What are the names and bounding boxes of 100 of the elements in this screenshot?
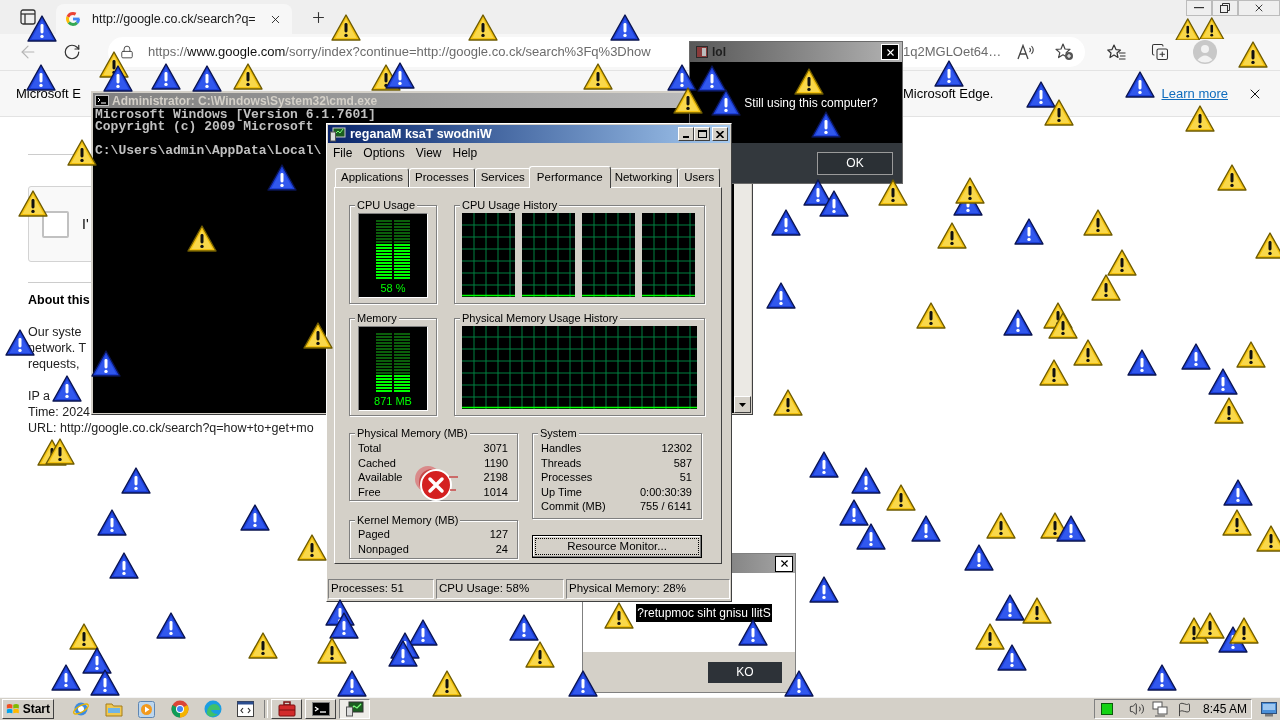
clock[interactable]: 8:45 AM	[1202, 700, 1247, 718]
minimize-button[interactable]	[1186, 0, 1212, 16]
warning-icon	[856, 522, 886, 550]
warning-icon	[1091, 273, 1121, 301]
maximize-button[interactable]	[694, 127, 710, 141]
window-title: Administrator: C:\Windows\System32\cmd.exe	[112, 93, 378, 108]
meter-reading: 871 MB	[374, 395, 412, 407]
warning-icon	[69, 622, 99, 650]
menu-item[interactable]: View	[415, 143, 442, 162]
menu-item[interactable]: Help	[452, 143, 478, 162]
warning-icon	[997, 643, 1027, 671]
status-bar-field: Physical Memory: 28%	[566, 579, 730, 599]
warning-icon	[1185, 104, 1215, 132]
warning-icon	[771, 208, 801, 236]
speaker-icon[interactable]	[1129, 701, 1145, 717]
captcha-label: I'	[82, 214, 89, 234]
group-title: Memory	[355, 311, 399, 325]
read-aloud-icon[interactable]	[1017, 44, 1035, 60]
warning-icon	[766, 281, 796, 309]
menu-item[interactable]: File	[333, 143, 353, 162]
stat-label: Cached	[358, 455, 396, 470]
stat-value: 1190	[484, 455, 508, 470]
collections-icon[interactable]	[1151, 43, 1169, 61]
warning-icon	[1238, 40, 1268, 68]
scroll-down-button[interactable]	[734, 396, 751, 413]
detail-line: URL: http://google.co.ck/search?q=how+to+get+mo	[28, 420, 314, 436]
warning-icon	[878, 178, 908, 206]
ko-button[interactable]: KO	[708, 661, 782, 683]
warning-icon	[1229, 616, 1259, 644]
stat-value: 0:00:30:39	[640, 484, 692, 499]
section-heading: About this	[28, 292, 90, 308]
learn-more-link[interactable]: Learn more	[1161, 83, 1228, 104]
restore-icon	[1220, 3, 1230, 13]
warning-icon	[109, 551, 139, 579]
warning-icon	[121, 466, 151, 494]
close-icon	[716, 130, 724, 138]
warning-icon	[995, 593, 1025, 621]
tab[interactable]: Performance	[528, 166, 611, 188]
close-button[interactable]	[775, 555, 793, 572]
tab-actions-icon[interactable]	[20, 9, 36, 25]
star-list-icon[interactable]	[1107, 43, 1126, 61]
tab[interactable]: Applications	[335, 168, 409, 187]
tab[interactable]: Users	[678, 168, 721, 187]
warning-icon	[240, 503, 270, 531]
toolbox-icon	[277, 701, 296, 717]
warning-icon	[1223, 478, 1253, 506]
browser-icon[interactable]	[71, 700, 90, 718]
warning-icon	[604, 601, 634, 629]
show-desktop-icon[interactable]	[1261, 701, 1277, 717]
warning-icon	[986, 511, 1016, 539]
console-line: Microsoft Windows [Version 6.1.7601]	[95, 109, 376, 121]
warning-icon	[432, 669, 462, 697]
browser-tab[interactable]: http://google.co.ck/search?q=	[56, 4, 292, 34]
stat-label: Free	[358, 484, 381, 499]
resource-monitor-button[interactable]: Resource Monitor...	[532, 535, 702, 558]
stat-value: 3071	[483, 441, 508, 456]
taskbar-button[interactable]	[339, 699, 370, 719]
play-icon[interactable]	[138, 700, 155, 718]
tab[interactable]: Processes	[409, 168, 475, 187]
network-icon[interactable]	[1152, 701, 1168, 717]
url-text: 1q2MGLOet64…	[903, 43, 1002, 62]
flag-icon[interactable]	[1177, 701, 1192, 717]
warning-icon	[1256, 524, 1280, 552]
paragraph-line: network. T	[28, 340, 87, 356]
restore-button[interactable]	[1212, 0, 1238, 16]
warning-icon	[1195, 611, 1225, 639]
minimize-icon	[1194, 7, 1204, 9]
warning-icon	[51, 663, 81, 691]
start-button[interactable]: Start	[2, 699, 54, 719]
close-icon	[778, 558, 790, 569]
browser-icon[interactable]	[170, 700, 189, 718]
warning-icon	[1048, 311, 1078, 339]
warning-icon	[1214, 396, 1244, 424]
menu-item[interactable]: Options	[363, 143, 405, 162]
tab[interactable]: Networking	[608, 168, 679, 187]
captcha-checkbox[interactable]	[42, 210, 69, 238]
warning-icon	[975, 622, 1005, 650]
warning-icon	[52, 374, 82, 402]
warning-icon	[819, 189, 849, 217]
warning-icon	[408, 618, 438, 646]
star-plus-icon[interactable]	[1055, 43, 1074, 61]
status-square-icon	[1101, 703, 1113, 715]
warning-icon	[82, 646, 112, 674]
warning-icon	[1236, 340, 1266, 368]
warning-icon	[1181, 342, 1211, 370]
dialog-message: Still using this computer?	[744, 94, 878, 112]
window-title: reganaM ksaT swodniW	[350, 125, 492, 143]
status-bar-field: Processes: 51	[328, 579, 434, 599]
refresh-icon[interactable]	[63, 43, 81, 61]
stat-label: Handles	[541, 441, 582, 456]
ok-button[interactable]: OK	[817, 151, 893, 175]
maximize-icon	[697, 130, 707, 138]
warning-icon	[794, 67, 824, 95]
close-icon	[884, 46, 896, 58]
warning-icon	[317, 636, 347, 664]
warning-icon	[1073, 338, 1103, 366]
window-icon[interactable]	[237, 701, 254, 717]
group-title: Physical Memory (MB)	[355, 426, 470, 440]
stat-label: Up Time	[541, 484, 582, 499]
tab[interactable]: Services	[474, 168, 531, 187]
